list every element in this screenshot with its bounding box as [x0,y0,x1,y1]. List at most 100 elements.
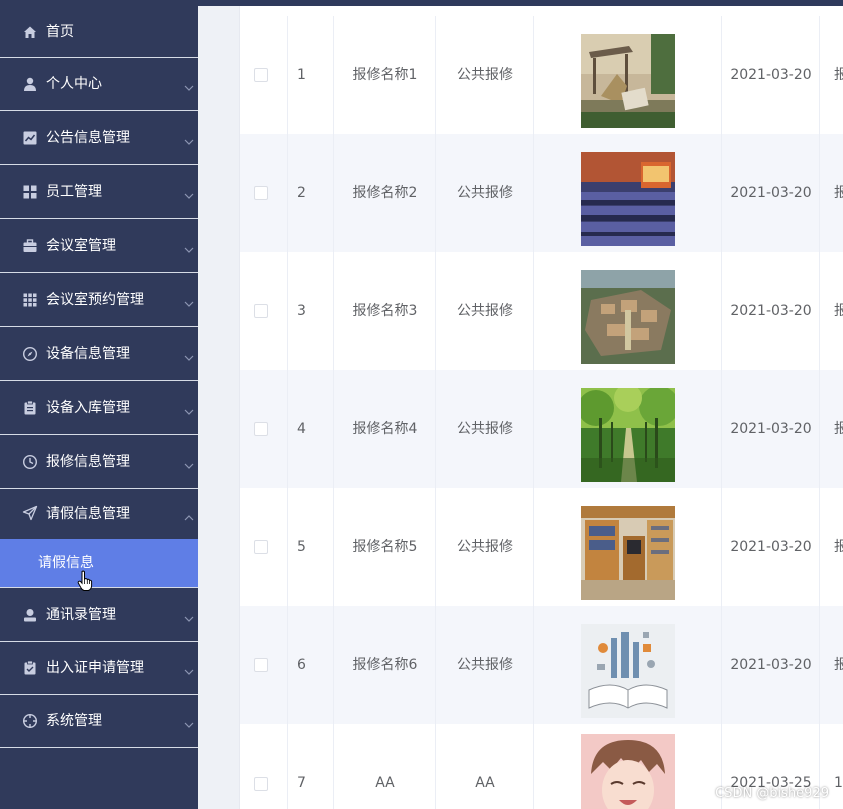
sidebar-item-label: 首页 [46,24,74,40]
repair-date: 2021-03-20 [730,303,812,319]
sidebar-item-label: 公告信息管理 [46,130,130,146]
briefcase-icon [22,238,38,254]
sidebar-item-personal[interactable]: 个人中心 [0,58,198,111]
table-row[interactable]: 5 报修名称5 公共报修 2021-03-20 报 [240,488,843,607]
row-index: 4 [297,421,306,437]
clock-icon [22,454,38,470]
row-index: 1 [297,67,306,83]
row-checkbox[interactable] [254,658,268,672]
sidebar-item-label: 出入证申请管理 [46,660,144,676]
compass-icon [22,346,38,362]
repair-name: 报修名称6 [352,657,418,673]
repair-type: 公共报修 [457,539,513,555]
sidebar-item-repair[interactable]: 报修信息管理 [0,436,198,489]
crosshair-icon [22,713,38,729]
dorm-room-photo [581,506,675,600]
row-index: 2 [297,185,306,201]
sidebar-item-label: 会议室预约管理 [46,292,144,308]
sidebar-item-label: 设备入库管理 [46,400,130,416]
chevron-down-icon [184,242,194,253]
row-checkbox[interactable] [254,304,268,318]
truncated-cell: 1 [834,775,843,791]
pavilion-photo [581,34,675,128]
watermark: CSDN @bishe929 [715,786,829,801]
row-index: 7 [297,775,306,791]
chevron-down-icon [184,80,194,91]
repair-table: 1 报修名称1 公共报修 2021-03-20 报 2 报修名称2 公共报修 2… [239,6,843,809]
chevron-down-icon [184,404,194,415]
chevron-up-icon [184,510,194,521]
sidebar-item-leave[interactable]: 请假信息管理 [0,488,198,538]
row-checkbox[interactable] [254,422,268,436]
sidebar-item-meeting-room[interactable]: 会议室管理 [0,220,198,273]
table-row[interactable]: 2 报修名称2 公共报修 2021-03-20 报 [240,134,843,253]
table-row[interactable]: 3 报修名称3 公共报修 2021-03-20 报 [240,252,843,371]
submenu-item-leave-info[interactable]: 请假信息 [0,539,198,588]
person-icon [22,607,38,623]
home-icon [22,24,38,40]
sidebar: 首页 个人中心 公告信息管理 员工管理 会议室管理 会议室预约管理 设备信息管理… [0,0,198,809]
chevron-down-icon [184,458,194,469]
sidebar-item-label: 系统管理 [46,713,102,729]
apps-icon [22,292,38,308]
sidebar-item-booking[interactable]: 会议室预约管理 [0,274,198,327]
sidebar-item-label: 报修信息管理 [46,454,130,470]
sidebar-item-label: 员工管理 [46,184,102,200]
main-content: 1 报修名称1 公共报修 2021-03-20 报 2 报修名称2 公共报修 2… [198,0,843,809]
sidebar-item-label: 请假信息管理 [46,506,130,522]
repair-type: 公共报修 [457,67,513,83]
chevron-down-icon [184,188,194,199]
user-icon [22,76,38,92]
table-row[interactable]: 6 报修名称6 公共报修 2021-03-20 报 [240,606,843,725]
repair-date: 2021-03-20 [730,539,812,555]
sidebar-item-home[interactable]: 首页 [0,6,198,58]
sidebar-item-pass[interactable]: 出入证申请管理 [0,642,198,695]
row-checkbox[interactable] [254,68,268,82]
sidebar-item-label: 会议室管理 [46,238,116,254]
auditorium-photo [581,152,675,246]
grid-icon [22,184,38,200]
sidebar-item-staff[interactable]: 员工管理 [0,166,198,219]
truncated-cell: 报 [834,67,843,83]
book-city-photo [581,624,675,718]
row-checkbox[interactable] [254,186,268,200]
truncated-cell: 报 [834,303,843,319]
repair-date: 2021-03-20 [730,421,812,437]
sidebar-item-device-info[interactable]: 设备信息管理 [0,328,198,381]
sidebar-item-label: 设备信息管理 [46,346,130,362]
chevron-down-icon [184,350,194,361]
row-checkbox[interactable] [254,540,268,554]
sidebar-item-contacts[interactable]: 通讯录管理 [0,589,198,642]
chart-icon [22,130,38,146]
truncated-cell: 报 [834,421,843,437]
chevron-down-icon [184,134,194,145]
tree-path-photo [581,388,675,482]
row-checkbox[interactable] [254,777,268,791]
repair-date: 2021-03-20 [730,67,812,83]
table-row[interactable]: 4 报修名称4 公共报修 2021-03-20 报 [240,370,843,489]
repair-date: 2021-03-20 [730,657,812,673]
repair-name: AA [375,775,395,791]
row-index: 5 [297,539,306,555]
truncated-cell: 报 [834,657,843,673]
sidebar-item-device-stock[interactable]: 设备入库管理 [0,382,198,435]
sidebar-item-notice[interactable]: 公告信息管理 [0,112,198,165]
table-row[interactable]: 1 报修名称1 公共报修 2021-03-20 报 [240,16,843,135]
repair-type: 公共报修 [457,303,513,319]
sidebar-item-label: 通讯录管理 [46,607,116,623]
campus-aerial-photo [581,270,675,364]
chevron-down-icon [184,296,194,307]
repair-type: AA [475,775,495,791]
repair-date: 2021-03-20 [730,185,812,201]
truncated-cell: 报 [834,539,843,555]
repair-name: 报修名称3 [352,303,418,319]
row-index: 3 [297,303,306,319]
sidebar-item-system[interactable]: 系统管理 [0,695,198,748]
repair-type: 公共报修 [457,421,513,437]
repair-name: 报修名称2 [352,185,418,201]
checklist-icon [22,660,38,676]
repair-name: 报修名称1 [352,67,418,83]
chevron-down-icon [184,664,194,675]
chevron-down-icon [184,611,194,622]
anime-face-photo [581,734,675,809]
